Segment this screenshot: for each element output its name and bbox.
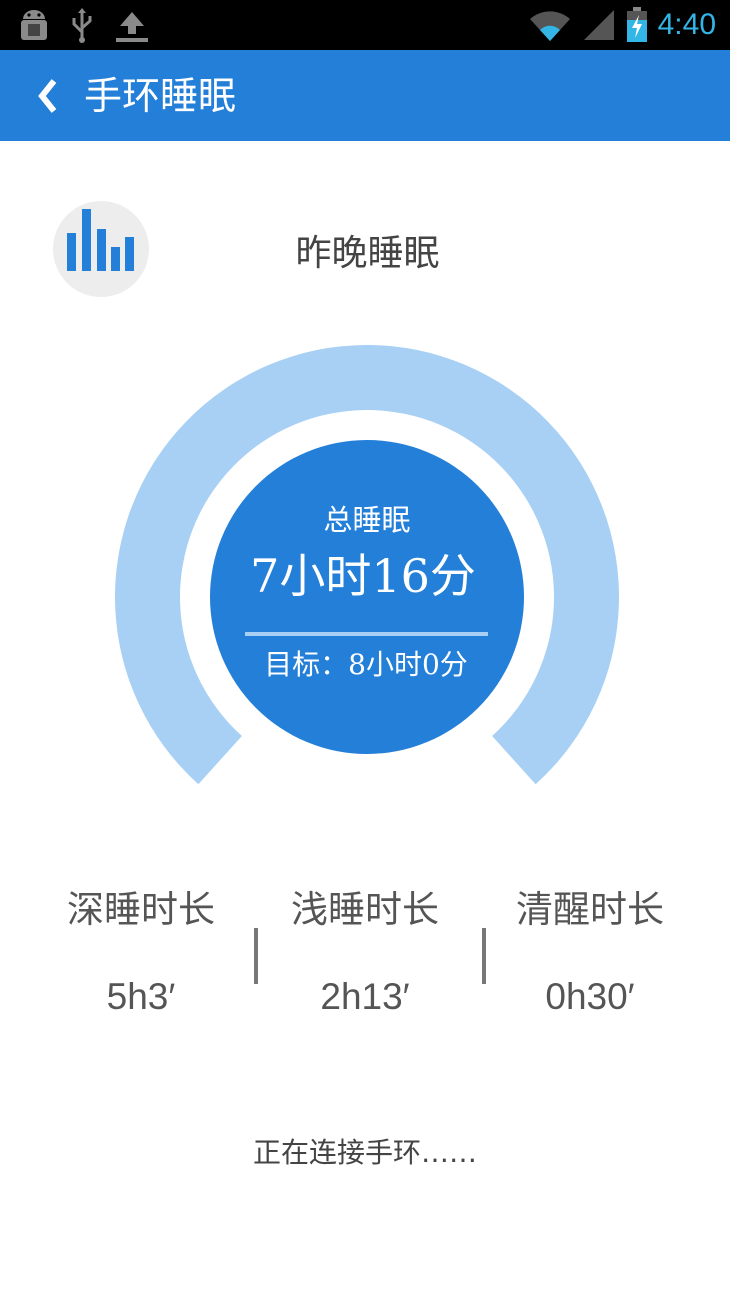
app-bar: 手环睡眠 — [0, 50, 730, 141]
light-sleep-label: 浅睡时长 — [291, 888, 439, 931]
upload-icon — [116, 12, 148, 42]
usb-icon — [72, 8, 92, 43]
awake-value: 0h30′ — [545, 976, 635, 1017]
deep-sleep-label: 深睡时长 — [67, 888, 215, 931]
notification-icons — [18, 6, 150, 46]
signal-icon — [583, 10, 614, 40]
status-bar: 4:40 — [0, 0, 730, 50]
total-sleep-value: 7小时16分 — [250, 549, 476, 603]
sleep-stats-button[interactable] — [53, 201, 149, 297]
wifi-icon — [529, 11, 570, 41]
sleep-goal: 目标：8小时0分 — [264, 648, 468, 681]
android-debug-icon — [21, 10, 47, 40]
total-sleep-label: 总睡眠 — [323, 503, 410, 537]
deep-sleep-stat: 深睡时长 5h3′ — [31, 885, 251, 1022]
battery-charging-icon — [626, 7, 647, 42]
deep-sleep-value: 5h3′ — [106, 976, 176, 1017]
chevron-left-icon — [38, 79, 57, 113]
page-title: 手环睡眠 — [84, 74, 237, 118]
sleep-gauge: 总睡眠 7小时16分 目标：8小时0分 — [115, 345, 620, 785]
status-time: 4:40 — [657, 8, 716, 41]
connection-status: 正在连接手环…… — [252, 1136, 477, 1169]
light-sleep-value: 2h13′ — [320, 976, 410, 1017]
awake-stat: 清醒时长 0h30′ — [480, 885, 700, 1022]
back-button[interactable] — [28, 68, 68, 124]
light-sleep-stat: 浅睡时长 2h13′ — [255, 885, 475, 1022]
awake-label: 清醒时长 — [516, 888, 664, 931]
system-status: 4:40 — [528, 0, 716, 50]
section-title: 昨晚睡眠 — [295, 233, 440, 274]
bar-chart-icon — [67, 209, 134, 271]
